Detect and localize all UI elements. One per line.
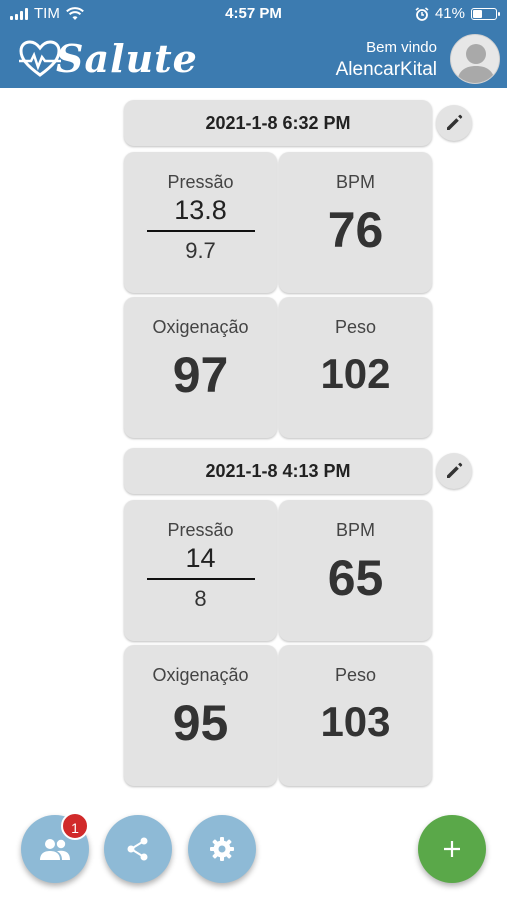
- bpm-card: BPM 65: [279, 500, 432, 641]
- weight-card: Peso 103: [279, 645, 432, 786]
- notification-badge: 1: [61, 812, 89, 840]
- plus-icon: [444, 841, 460, 857]
- battery-percent: 41%: [434, 5, 465, 22]
- pressure-card: Pressão 13.8 9.7: [124, 152, 277, 293]
- alarm-icon: [415, 6, 429, 21]
- contacts-button[interactable]: 1: [21, 812, 89, 883]
- share-button[interactable]: [104, 815, 172, 883]
- bpm-label: BPM: [335, 172, 375, 192]
- fraction-divider: [146, 578, 255, 580]
- pressure-systolic: 13.8: [174, 195, 227, 225]
- bpm-label: BPM: [335, 520, 375, 540]
- pressure-label: Pressão: [167, 520, 234, 540]
- welcome-block: Bem vindo AlencarKital: [336, 39, 437, 81]
- pressure-diastolic: 9.7: [185, 238, 216, 263]
- user-silhouette-icon: [457, 44, 495, 83]
- username: AlencarKital: [335, 59, 437, 80]
- pencil-icon: [447, 462, 463, 478]
- record-date: 2021-1-8 6:32 PM: [124, 100, 432, 146]
- battery-icon: [471, 7, 500, 20]
- status-right: 41%: [415, 5, 500, 22]
- people-icon: [40, 839, 70, 860]
- oxygen-label: Oxigenação: [152, 665, 249, 685]
- weight-card: Peso 102: [279, 297, 432, 438]
- settings-button[interactable]: [188, 815, 256, 883]
- pressure-systolic: 14: [185, 543, 216, 573]
- weight-value: 102: [320, 350, 391, 397]
- weight-label: Peso: [334, 317, 377, 337]
- brand-name: Salute: [56, 36, 198, 81]
- oxygen-card: Oxigenação 97: [124, 297, 277, 438]
- pressure-diastolic: 8: [194, 586, 207, 611]
- bpm-value: 65: [327, 550, 384, 606]
- battery-fill: [473, 9, 482, 18]
- edit-button[interactable]: [436, 105, 472, 141]
- welcome-text: Bem vindo: [366, 39, 437, 56]
- oxygen-value: 97: [172, 347, 229, 403]
- avatar[interactable]: [450, 34, 500, 84]
- app-logo: Salute: [18, 36, 198, 81]
- fraction-divider: [146, 230, 255, 232]
- share-icon: [127, 837, 148, 861]
- bpm-value: 76: [327, 202, 384, 258]
- record-date: 2021-1-8 4:13 PM: [124, 448, 432, 494]
- pressure-label: Pressão: [167, 172, 234, 192]
- edit-button[interactable]: [436, 453, 472, 489]
- pencil-icon: [447, 114, 463, 130]
- gear-icon: [210, 837, 234, 861]
- app-header: Salute Bem vindo AlencarKital: [0, 28, 507, 88]
- status-bar: TIM 4:57 PM 41%: [0, 0, 507, 28]
- pressure-card: Pressão 14 8: [124, 500, 277, 641]
- oxygen-label: Oxigenação: [152, 317, 249, 337]
- weight-label: Peso: [334, 665, 377, 685]
- bpm-card: BPM 76: [279, 152, 432, 293]
- oxygen-card: Oxigenação 95: [124, 645, 277, 786]
- oxygen-value: 95: [172, 695, 229, 751]
- add-record-button[interactable]: [418, 815, 486, 883]
- weight-value: 103: [320, 698, 391, 745]
